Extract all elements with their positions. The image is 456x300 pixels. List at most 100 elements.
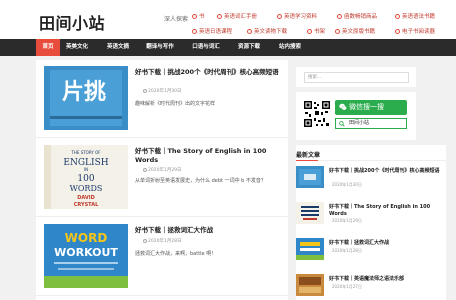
heading-divider <box>296 160 446 161</box>
site-logo[interactable]: 田间小站 <box>39 10 105 34</box>
article-date-text: 2020年1月29日 <box>148 168 182 173</box>
quicklink[interactable]: 函数畅销商品 <box>337 12 377 20</box>
book-cover-image: WORD WORKOUT <box>44 224 128 288</box>
search-icon <box>395 29 400 34</box>
latest-title: 好书下载｜拯救词汇大作战 <box>329 240 390 246</box>
svg-text:WORD: WORD <box>65 231 108 245</box>
latest-date: 2020年1月30日 <box>332 182 362 187</box>
latest-thumbnail <box>296 202 324 224</box>
svg-text:WORDS: WORDS <box>70 184 103 193</box>
quicklink[interactable]: 英语日语课程 <box>192 27 232 35</box>
search-icon <box>192 29 197 34</box>
latest-item[interactable]: 好书下载｜The Story of English in 100 Words 2… <box>296 202 446 232</box>
article-item: THE STORY OF ENGLISH IN 100 WORDS DAVID … <box>36 139 288 217</box>
quicklink-label: 书 <box>199 14 205 20</box>
search-icon <box>337 14 342 19</box>
svg-text:IN: IN <box>84 167 88 172</box>
search-icon <box>217 14 222 19</box>
quicklink-label: 英语语法书籍 <box>402 14 436 20</box>
sidebar-search: 搜索... <box>296 67 416 87</box>
wechat-search-button[interactable]: 微信搜一搜 <box>335 100 407 115</box>
latest-item[interactable]: 好书下载｜挑战200个《时代周刊》核心高频短语 2020年1月30日 <box>296 166 446 196</box>
latest-item[interactable]: 好书下载｜英语魔法师之语法乐部 2020年1月27日 <box>296 274 446 300</box>
quicklink[interactable]: 书 <box>192 12 205 20</box>
article-title[interactable]: 好书下载｜The Story of English in 100 Words <box>135 147 280 165</box>
nav-item-search[interactable]: 站内搜索 <box>272 39 308 56</box>
nav-item-culture[interactable]: 英美文化 <box>60 39 94 56</box>
quicklink-label: 英文原版书籍 <box>342 29 376 35</box>
article-thumbnail[interactable]: THE STORY OF ENGLISH IN 100 WORDS DAVID … <box>44 145 128 209</box>
search-icon <box>247 29 252 34</box>
nav-item-home[interactable]: 首页 <box>36 39 60 56</box>
nav-item-oral[interactable]: 口语与词汇 <box>184 39 228 56</box>
wechat-search-field[interactable]: 田间小站 <box>335 118 407 129</box>
latest-date: 2020年1月28日 <box>332 248 362 253</box>
search-icon <box>277 14 282 19</box>
main-nav: 首页 英美文化 英语文摘 翻译与写作 口语与词汇 资源下载 站内搜索 <box>0 39 456 56</box>
search-icon <box>192 14 197 19</box>
quicklink-label: 函数畅销商品 <box>344 14 378 20</box>
quicklink-label: 英文读物下载 <box>254 29 288 35</box>
site-header: 田间小站 深人探索 书 英语词汇手册 英语学习资料 函数畅销商品 英语语法书籍 … <box>0 0 456 39</box>
article-thumbnail[interactable]: 片挑 <box>44 66 128 130</box>
latest-item[interactable]: 好书下载｜拯救词汇大作战 2020年1月28日 <box>296 238 446 268</box>
article-date: 2020年1月29日 <box>143 167 182 173</box>
latest-title: 好书下载｜挑战200个《时代周刊》核心高频短语 <box>329 168 440 174</box>
latest-heading: 最新文章 <box>296 152 321 159</box>
article-excerpt: 趣味解析《时代周刊》出的文字花样 <box>135 101 216 107</box>
wechat-button-label: 微信搜一搜 <box>349 103 384 111</box>
article-item: 片挑 好书下载｜挑战200个《时代周刊》核心高频短语 2020年1月30日 趣味… <box>36 60 288 138</box>
quicklink[interactable]: 英文原版书籍 <box>335 27 375 35</box>
search-icon <box>307 29 312 34</box>
article-thumbnail[interactable]: WORD WORKOUT <box>44 224 128 288</box>
quicklink[interactable]: 英语学习资料 <box>277 12 317 20</box>
latest-thumbnail <box>296 238 324 260</box>
article-date-text: 2020年1月28日 <box>148 239 182 244</box>
latest-title: 好书下载｜The Story of English in 100 Words <box>329 204 431 217</box>
quicklink-label: 英语日语课程 <box>199 29 233 35</box>
article-excerpt: 拯救词汇大作战，来啊，battle 啊！ <box>135 251 217 257</box>
book-cover-image: THE STORY OF ENGLISH IN 100 WORDS DAVID … <box>44 145 128 209</box>
quicklink[interactable]: 电子书阅读器 <box>395 27 435 35</box>
latest-posts: 最新文章 好书下载｜挑战200个《时代周刊》核心高频短语 2020年1月30日 … <box>296 145 446 300</box>
article-item: WORD WORKOUT 好书下载｜拯救词汇大作战 2020年1月28日 拯救词… <box>36 218 288 296</box>
quicklink[interactable]: 英文读物下载 <box>247 27 287 35</box>
search-icon <box>335 29 340 34</box>
clock-icon <box>143 88 147 93</box>
search-input[interactable]: 搜索... <box>304 72 409 83</box>
svg-text:WORKOUT: WORKOUT <box>54 246 118 259</box>
article-date: 2020年1月28日 <box>143 238 182 244</box>
quicklink-label: 英语学习资料 <box>284 14 318 20</box>
nav-item-digest[interactable]: 英语文摘 <box>100 39 136 56</box>
svg-text:DAVID: DAVID <box>77 195 95 201</box>
book-cover-image: 片挑 <box>44 66 128 130</box>
article-date-text: 2020年1月30日 <box>148 89 182 94</box>
latest-thumbnail <box>296 166 324 188</box>
quicklink-label: 英语词汇手册 <box>224 14 258 20</box>
quicklink-label: 电子书阅读器 <box>402 29 436 35</box>
article-excerpt: 从单词折射至英语发展史，为什么 debt 一词中 b 不发音？ <box>135 178 266 184</box>
deep-explore-label: 深人探索 <box>164 16 189 23</box>
nav-item-translation[interactable]: 翻译与写作 <box>140 39 180 56</box>
wechat-query-text: 田间小站 <box>349 120 370 126</box>
qr-code-image <box>303 100 331 128</box>
latest-title: 好书下载｜英语魔法师之语法乐部 <box>329 276 405 282</box>
wechat-icon <box>339 103 347 111</box>
svg-text:THE STORY OF: THE STORY OF <box>70 150 101 155</box>
quicklink[interactable]: 书架 <box>307 27 325 35</box>
latest-thumbnail <box>296 274 324 296</box>
article-list: 片挑 好书下载｜挑战200个《时代周刊》核心高频短语 2020年1月30日 趣味… <box>36 60 288 300</box>
quicklink-label: 书架 <box>314 29 326 35</box>
svg-text:CRYSTAL: CRYSTAL <box>74 202 99 208</box>
clock-icon <box>143 238 147 243</box>
quicklink[interactable]: 英语语法书籍 <box>395 12 435 20</box>
quicklink[interactable]: 英语词汇手册 <box>217 12 257 20</box>
article-date: 2020年1月30日 <box>143 88 182 94</box>
nav-item-downloads[interactable]: 资源下载 <box>232 39 266 56</box>
latest-date: 2020年1月27日 <box>332 284 362 289</box>
search-icon <box>395 14 400 19</box>
article-title[interactable]: 好书下载｜拯救词汇大作战 <box>135 226 280 235</box>
latest-date: 2020年1月29日 <box>332 218 362 223</box>
book1-title-glyph1: 片挑 <box>62 80 106 105</box>
article-title[interactable]: 好书下载｜挑战200个《时代周刊》核心高频短语 <box>135 68 280 77</box>
